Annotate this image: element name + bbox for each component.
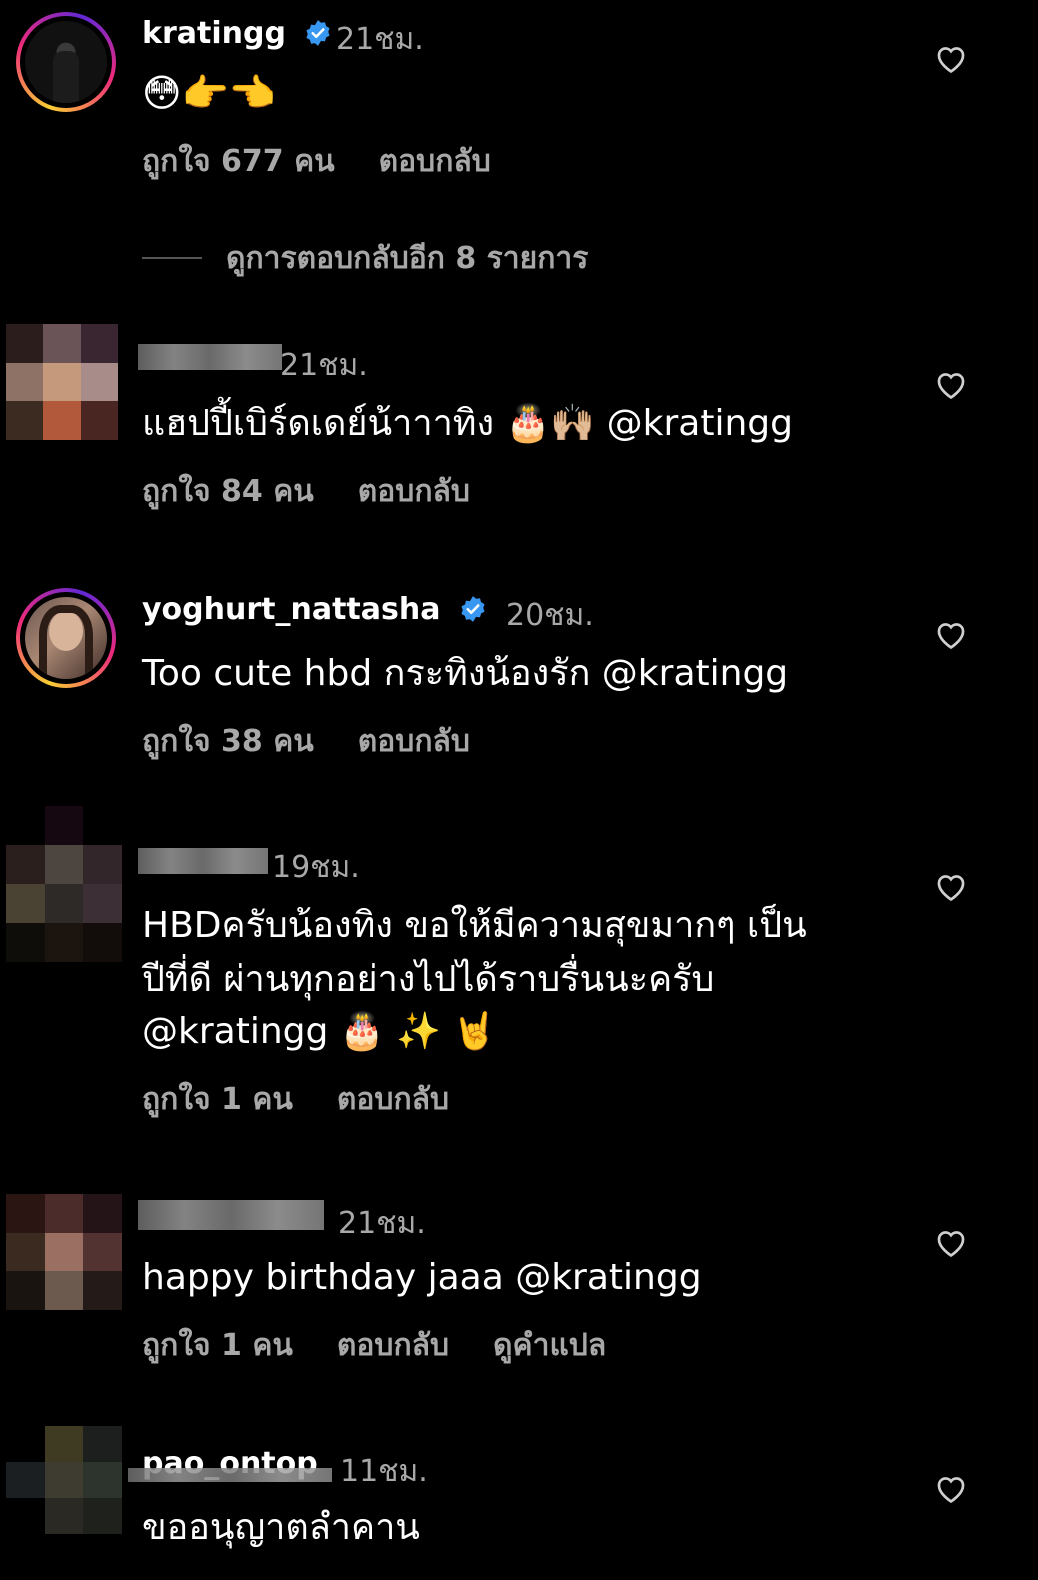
like-count[interactable]: ถูกใจ 1 คน	[142, 1328, 293, 1363]
avatar[interactable]	[6, 1426, 122, 1534]
avatar[interactable]	[6, 1194, 122, 1310]
reply-button[interactable]: ตอบกลับ	[358, 724, 470, 759]
comment-text: ขออนุญาตลำคาน	[142, 1507, 420, 1548]
like-count[interactable]: ถูกใจ 38 คน	[142, 724, 314, 759]
comment-time: 11ชม.	[340, 1454, 428, 1489]
avatar[interactable]	[16, 588, 116, 688]
heart-outline-icon[interactable]	[934, 42, 968, 74]
comment-time: 19ชม.	[272, 850, 360, 885]
heart-outline-icon[interactable]	[934, 1226, 968, 1258]
divider	[142, 257, 202, 259]
username[interactable]: yoghurt_nattasha	[142, 592, 487, 627]
reply-button[interactable]: ตอบกลับ	[337, 1082, 449, 1117]
comment-text-line: @kratingg 🎂 ✨ 🤘	[142, 1011, 498, 1052]
comment-time: 20ชม.	[506, 598, 594, 633]
reply-button[interactable]: ตอบกลับ	[379, 144, 491, 179]
username-blurred[interactable]	[138, 1200, 324, 1230]
username[interactable]: kratingg	[142, 16, 332, 51]
reply-button[interactable]: ตอบกลับ	[337, 1328, 449, 1363]
comment-text: แฮปปี้เบิร์ดเดย์น้าาาทิง 🎂🙌🏼 @kratingg	[142, 403, 793, 444]
username-blurred[interactable]	[138, 344, 282, 370]
comment-text-line: ปีที่ดี ผ่านทุกอย่างไปได้ราบรื่นนะครับ	[142, 959, 715, 1000]
like-count[interactable]: ถูกใจ 84 คน	[142, 474, 314, 509]
like-count[interactable]: ถูกใจ 677 คน	[142, 144, 335, 179]
comment-time: 21ชม.	[338, 1206, 426, 1241]
comment-time: 21ชม.	[280, 348, 368, 383]
verified-badge-icon	[461, 596, 485, 622]
heart-outline-icon[interactable]	[934, 870, 968, 902]
avatar[interactable]	[6, 324, 118, 440]
avatar[interactable]	[6, 806, 122, 962]
comment-text: Too cute hbd กระทิงน้องรัก @kratingg	[142, 653, 789, 694]
heart-outline-icon[interactable]	[934, 618, 968, 650]
comment-text-line: HBDครับน้องทิง ขอให้มีความสุขมากๆ เป็น	[142, 905, 807, 946]
username-blurred[interactable]	[138, 848, 268, 874]
reply-button[interactable]: ตอบกลับ	[358, 474, 470, 509]
heart-outline-icon[interactable]	[934, 1472, 968, 1504]
avatar[interactable]	[16, 12, 116, 112]
comment-text: 😳👉👈	[142, 71, 277, 115]
translate-button[interactable]: ดูคำแปล	[493, 1328, 606, 1363]
comment-time: 21ชม.	[336, 22, 424, 57]
heart-outline-icon[interactable]	[934, 368, 968, 400]
comment-text: happy birthday jaaa @kratingg	[142, 1257, 702, 1298]
view-replies-button[interactable]: ดูการตอบกลับอีก 8 รายการ	[142, 238, 588, 278]
username-blurred	[128, 1468, 332, 1482]
verified-badge-icon	[306, 20, 330, 46]
like-count[interactable]: ถูกใจ 1 คน	[142, 1082, 293, 1117]
